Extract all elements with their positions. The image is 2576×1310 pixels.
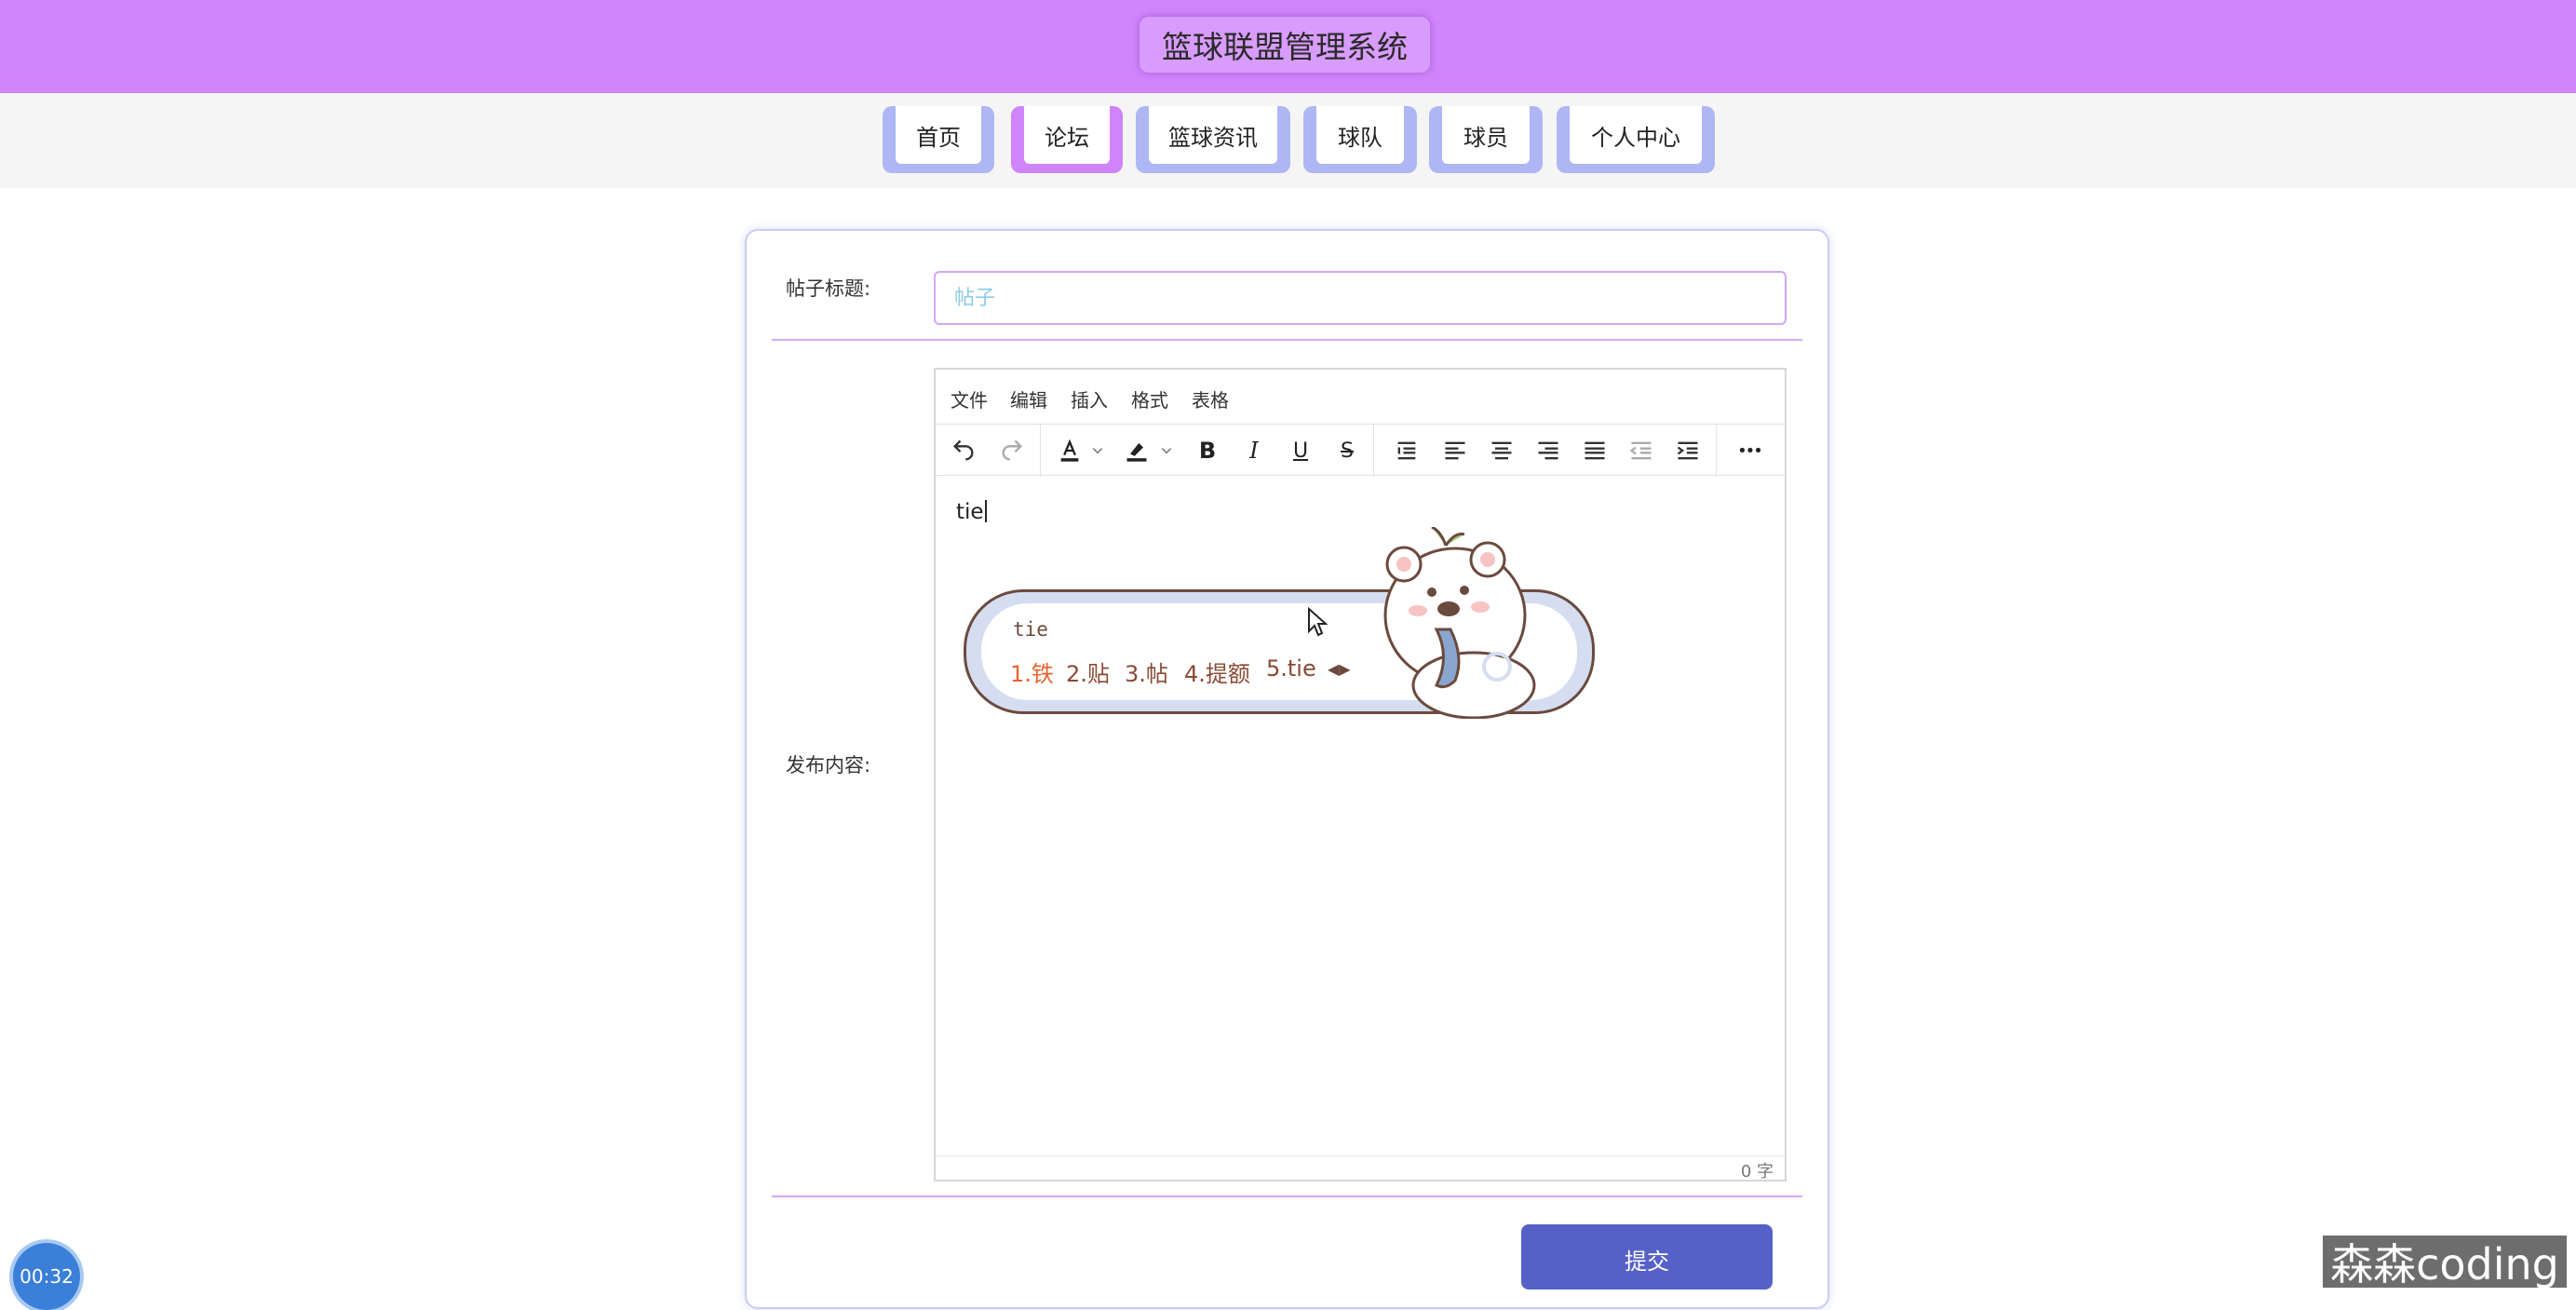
- editor-text: tie: [956, 500, 984, 524]
- post-title-input[interactable]: [934, 271, 1787, 325]
- top-header: 篮球联盟管理系统: [0, 0, 2576, 93]
- watermark: 森森coding: [2323, 1236, 2567, 1290]
- underline-icon[interactable]: U: [1282, 432, 1319, 469]
- ime-candidate-4[interactable]: 4.提额: [1184, 655, 1250, 688]
- nav-item-label: 论坛: [1024, 106, 1110, 164]
- nav-item-players[interactable]: 球员: [1429, 106, 1543, 173]
- recording-timer: 00:32: [13, 1243, 80, 1310]
- line-height-icon[interactable]: [1388, 432, 1425, 469]
- app-title: 篮球联盟管理系统: [1140, 17, 1430, 73]
- outdent-icon[interactable]: [1623, 432, 1660, 469]
- nav-item-teams[interactable]: 球队: [1303, 106, 1417, 173]
- editor-toolbar: B I U S •••: [936, 424, 1785, 477]
- nav-item-personal-center[interactable]: 个人中心: [1557, 106, 1715, 173]
- bold-icon[interactable]: B: [1189, 432, 1226, 469]
- menu-file[interactable]: 文件: [951, 385, 988, 412]
- menu-format[interactable]: 格式: [1131, 385, 1168, 412]
- indent-icon[interactable]: [1669, 432, 1706, 469]
- ime-input: tie: [1013, 618, 1048, 641]
- italic-icon[interactable]: I: [1235, 432, 1273, 469]
- ime-candidate-5[interactable]: 5.tie: [1266, 655, 1316, 682]
- nav-item-label: 首页: [896, 106, 981, 164]
- chevron-down-icon[interactable]: [1157, 432, 1176, 469]
- nav-item-home[interactable]: 首页: [883, 106, 994, 173]
- ime-page-arrows[interactable]: ◀▶: [1328, 660, 1351, 678]
- ime-candidate-2[interactable]: 2.贴: [1066, 655, 1110, 688]
- font-color-icon[interactable]: [1051, 432, 1088, 469]
- word-count: 0 字: [1740, 1162, 1774, 1182]
- nav-item-label: 球员: [1442, 106, 1530, 164]
- redo-icon[interactable]: [993, 432, 1031, 469]
- menu-edit[interactable]: 编辑: [1010, 385, 1047, 412]
- title-label: 帖子标题:: [786, 277, 871, 300]
- editor-menubar: 文件 编辑 插入 格式 表格: [936, 370, 1785, 422]
- editor-content[interactable]: tie: [956, 500, 987, 524]
- submit-button[interactable]: 提交: [1521, 1224, 1773, 1290]
- menu-insert[interactable]: 插入: [1071, 385, 1108, 412]
- strikethrough-icon[interactable]: S: [1328, 432, 1366, 469]
- more-icon[interactable]: •••: [1731, 432, 1768, 469]
- align-left-icon[interactable]: [1436, 432, 1474, 469]
- align-center-icon[interactable]: [1483, 432, 1520, 469]
- main-nav: 首页 论坛 篮球资讯 球队 球员 个人中心: [0, 93, 2576, 188]
- divider: [772, 1195, 1802, 1197]
- align-right-icon[interactable]: [1530, 432, 1567, 469]
- nav-item-forum[interactable]: 论坛: [1011, 106, 1123, 173]
- undo-icon[interactable]: [945, 432, 982, 469]
- divider: [772, 339, 1802, 341]
- mouse-cursor-icon: [1308, 607, 1328, 637]
- highlight-icon[interactable]: [1118, 432, 1155, 469]
- align-justify-icon[interactable]: [1576, 432, 1613, 469]
- nav-item-label: 球队: [1316, 106, 1404, 164]
- nav-item-label: 个人中心: [1570, 106, 1702, 164]
- rich-text-editor: 文件 编辑 插入 格式 表格 B I U S ••• tie 0 字: [934, 368, 1787, 1182]
- editor-statusbar: 0 字: [936, 1155, 1785, 1182]
- nav-item-basketball-news[interactable]: 篮球资讯: [1136, 106, 1290, 173]
- ime-candidate-3[interactable]: 3.帖: [1125, 655, 1168, 688]
- menu-table[interactable]: 表格: [1192, 385, 1229, 412]
- bear-mascot-icon: [1383, 527, 1536, 719]
- ime-candidate-1[interactable]: 1.铁: [1010, 655, 1054, 688]
- nav-item-label: 篮球资讯: [1149, 106, 1277, 164]
- text-caret: [984, 500, 987, 522]
- chevron-down-icon[interactable]: [1088, 432, 1107, 469]
- content-label: 发布内容:: [786, 754, 871, 777]
